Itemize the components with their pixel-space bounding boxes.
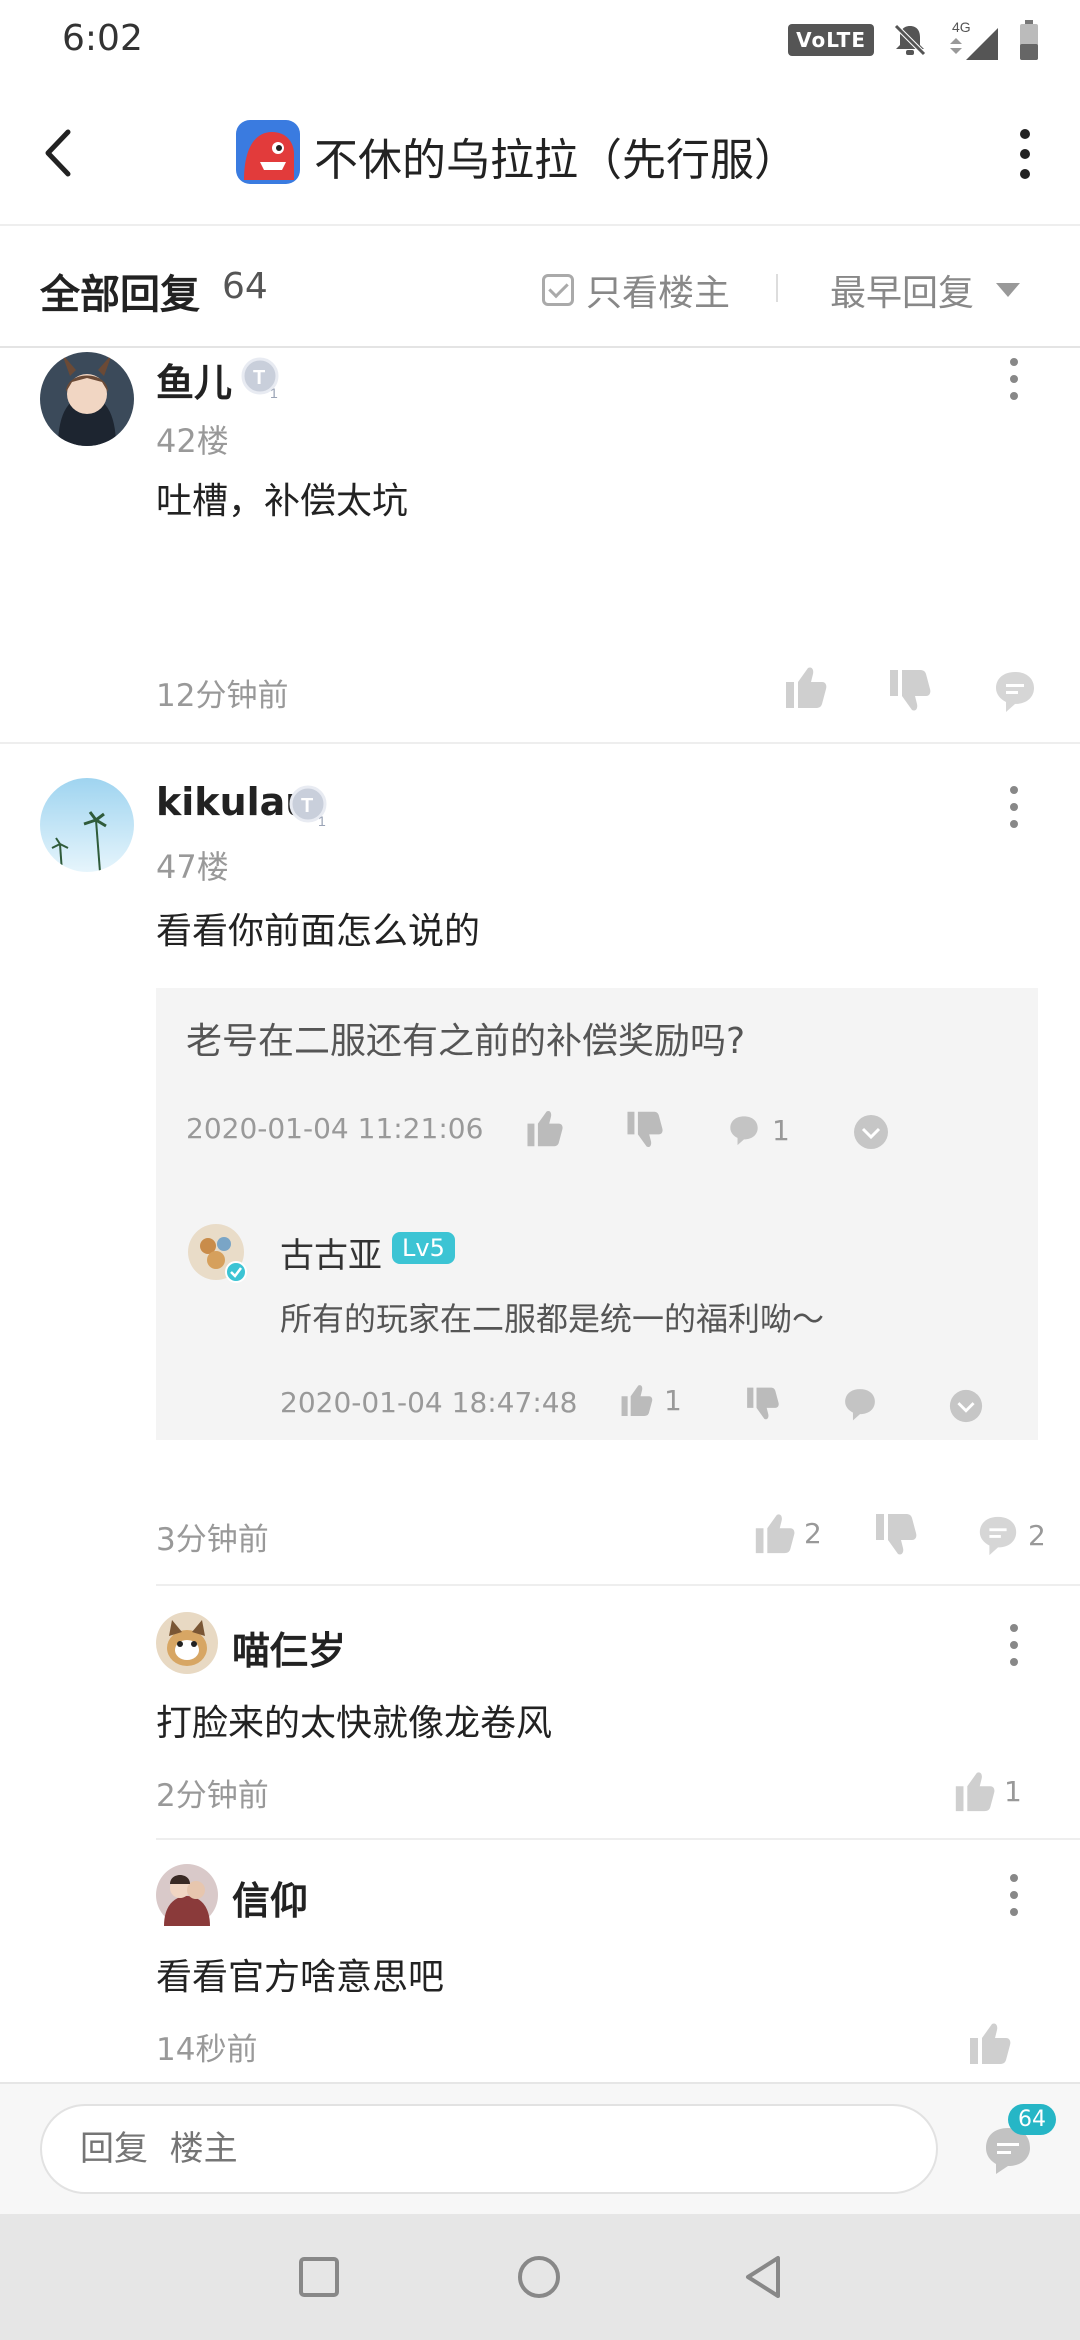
official-like-count: 1 [618, 1378, 682, 1422]
reply-count: 2 [1028, 1518, 1046, 1552]
sub-reply-item: 信仰 看看官方啥意思吧 14秒前 [0, 1840, 1080, 2080]
comment-time: 12分钟前 [156, 678, 289, 714]
sub-reply-item: 喵仨岁 打脸来的太快就像龙卷风 2分钟前 1 [0, 1586, 1080, 1838]
like-button[interactable] [966, 2018, 1012, 2068]
like-icon [955, 1772, 995, 1812]
recent-apps-icon[interactable] [292, 2250, 346, 2304]
official-like-icon [621, 1385, 653, 1416]
official-reply-date: 2020-01-04 18:47:48 [280, 1386, 578, 1419]
username[interactable]: 信仰 [232, 1870, 308, 1925]
svg-text:T: T [301, 795, 313, 817]
back-button[interactable] [30, 118, 90, 188]
reply-bar: 64 [0, 2082, 1080, 2214]
caret-down-icon [996, 283, 1021, 297]
floor-number: 47楼 [156, 848, 229, 886]
quoted-image[interactable]: 老号在二服还有之前的补偿奖励吗? 2020-01-04 11:21:06 1 古… [156, 988, 1038, 1440]
comment-reply-button[interactable] [992, 666, 1038, 716]
app-icon [236, 120, 300, 184]
official-avatar [188, 1224, 247, 1283]
avatar[interactable] [156, 1864, 218, 1926]
official-reply-text: 所有的玩家在二服都是统一的福利呦～ [280, 1300, 825, 1338]
filter-bar: 全部回复 64 只看楼主 最早回复 [0, 226, 1080, 348]
all-replies-label: 全部回复 [40, 272, 200, 318]
like-count: 2 [804, 1516, 822, 1550]
user-level-badge-icon: T 1 [241, 357, 279, 400]
battery-icon [1020, 20, 1038, 60]
svg-text:T: T [253, 367, 265, 389]
filter-divider [776, 274, 778, 302]
sort-dropdown[interactable]: 最早回复 [830, 264, 1021, 316]
reply-text: 打脸来的太快就像龙卷风 [156, 1703, 553, 1744]
bell-muted-icon [894, 24, 926, 56]
quoted-date: 2020-01-04 11:21:06 [186, 1112, 484, 1145]
dislike-button[interactable] [872, 1510, 918, 1560]
only-owner-toggle[interactable]: 只看楼主 [542, 264, 730, 316]
reply-more-button[interactable] [1004, 1872, 1024, 1918]
comment-more-button[interactable] [1004, 784, 1024, 830]
home-icon[interactable] [512, 2250, 566, 2304]
floor-number: 42楼 [156, 422, 229, 460]
username[interactable]: 鱼儿 [156, 352, 232, 407]
reply-time: 14秒前 [156, 2032, 258, 2068]
page-title: 不休的乌拉拉（先行服） [314, 135, 798, 186]
quoted-expand-icon [854, 1115, 888, 1149]
only-owner-checkbox[interactable] [542, 274, 574, 306]
comment-more-button[interactable] [1004, 356, 1024, 402]
official-like-count-value: 1 [664, 1383, 682, 1417]
comment-reply-button[interactable]: 2 [976, 1510, 1046, 1560]
comment-icon [979, 1516, 1017, 1556]
comment-text: 看看你前面怎么说的 [156, 911, 481, 952]
quoted-question: 老号在二服还有之前的补偿奖励吗? [186, 1021, 746, 1062]
like-button[interactable]: 2 [752, 1508, 822, 1558]
official-expand-icon [949, 1389, 983, 1423]
status-bar: 6:02 VoLTE 4G [0, 0, 1080, 80]
quoted-comment-icon [730, 1116, 758, 1146]
back-triangle-icon[interactable] [738, 2250, 792, 2304]
reply-more-button[interactable] [1004, 1622, 1024, 1668]
official-dislike-icon [747, 1387, 779, 1420]
like-button[interactable]: 1 [952, 1766, 1022, 1816]
comment-count-badge: 64 [1008, 2104, 1056, 2135]
comment-text: 吐槽，补偿太坑 [156, 481, 409, 522]
title-bar: 不休的乌拉拉（先行服） [0, 80, 1080, 226]
reply-text: 看看官方啥意思吧 [156, 1957, 445, 1998]
dislike-button[interactable] [886, 666, 932, 716]
reply-time: 2分钟前 [156, 1778, 269, 1814]
official-comment-icon [845, 1389, 875, 1421]
reply-count: 64 [222, 266, 268, 307]
quoted-dislike-icon [627, 1111, 663, 1147]
avatar[interactable] [40, 352, 134, 446]
more-options-button[interactable] [1010, 126, 1040, 182]
like-icon [755, 1514, 795, 1554]
like-button[interactable] [782, 662, 828, 712]
comment-item: 鱼儿 T 1 42楼 吐槽，补偿太坑 12分钟前 [0, 348, 1080, 744]
volte-icon: VoLTE [788, 24, 874, 56]
level-badge: Lv5 [392, 1232, 455, 1264]
comment-time: 3分钟前 [156, 1522, 269, 1558]
svg-text:1: 1 [318, 813, 326, 828]
official-name: 古古亚 [280, 1236, 382, 1276]
quoted-like-icon [527, 1111, 563, 1147]
reply-input[interactable] [40, 2104, 938, 2194]
avatar[interactable] [156, 1612, 218, 1674]
quoted-comment-count-value: 1 [772, 1113, 790, 1147]
status-icons: VoLTE 4G [788, 18, 1040, 62]
sort-label: 最早回复 [830, 273, 975, 314]
user-level-badge-icon: T 1 [289, 785, 327, 828]
only-owner-label: 只看楼主 [586, 273, 731, 314]
status-time: 6:02 [62, 18, 143, 59]
quoted-comment-count: 1 [726, 1108, 790, 1152]
network-type-label: 4G [952, 19, 971, 35]
signal-icon: 4G [950, 19, 998, 60]
system-nav-bar [0, 2214, 1080, 2340]
svg-text:1: 1 [270, 385, 278, 400]
username[interactable]: 喵仨岁 [232, 1620, 346, 1675]
like-count: 1 [1004, 1774, 1022, 1808]
avatar[interactable] [40, 778, 134, 872]
